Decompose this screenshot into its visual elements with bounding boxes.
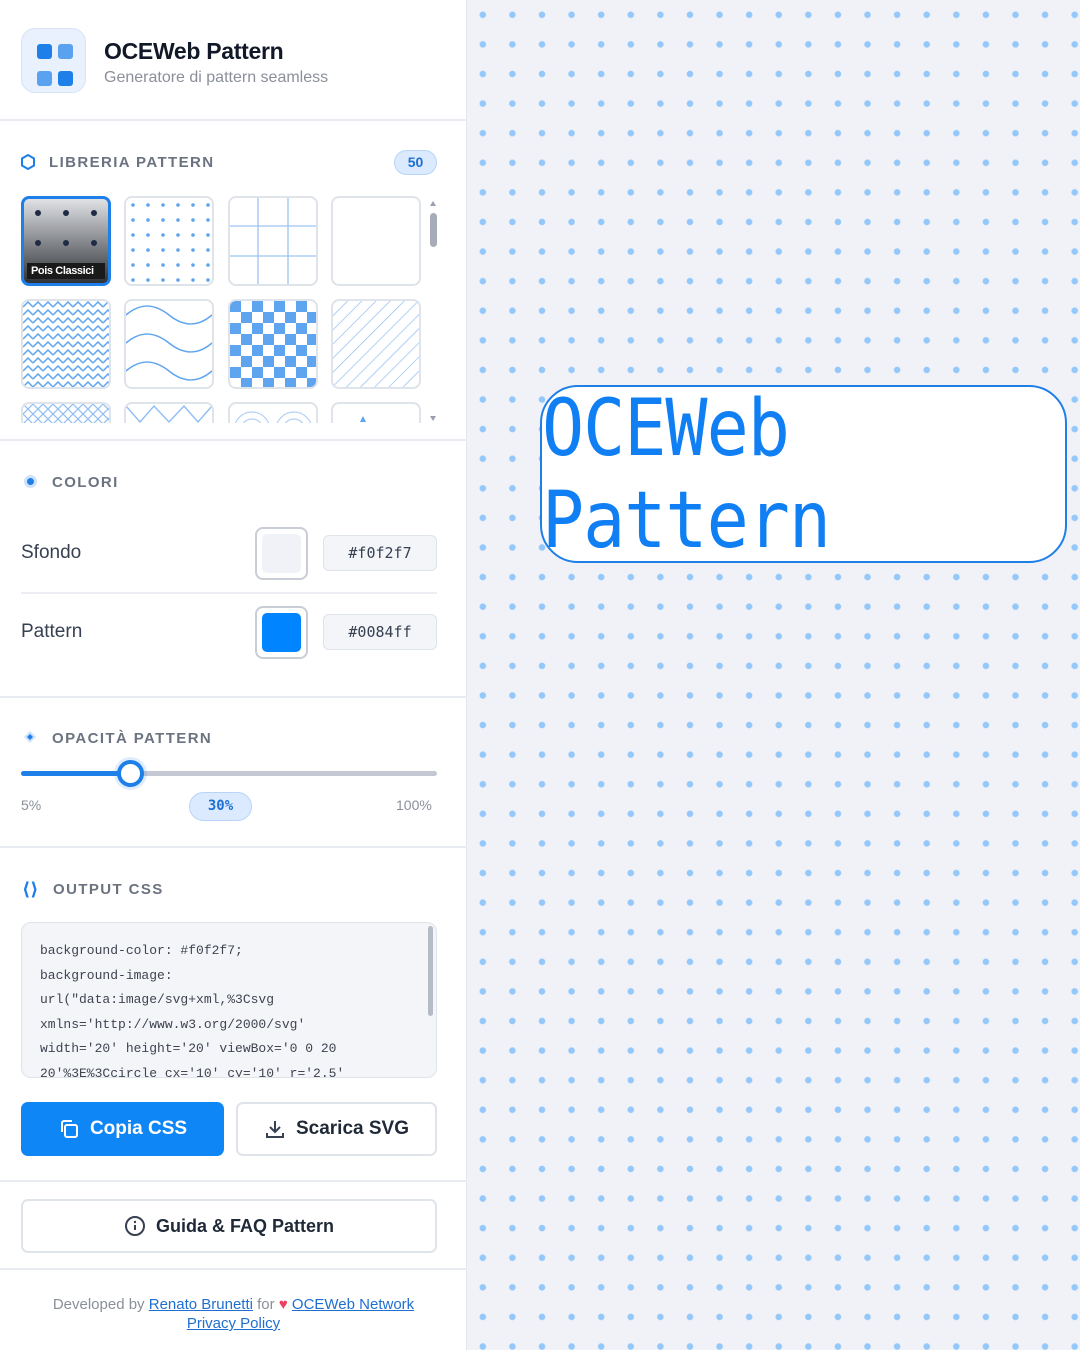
guide-faq-button[interactable]: Guida & FAQ Pattern [21,1199,437,1253]
diagonal-thumbnail-icon [333,301,419,387]
pattern-swatch-fill [262,613,301,652]
pattern-tile-checkerboard[interactable] [228,299,318,389]
triangles-thumbnail-icon [126,404,212,423]
scroll-thumb[interactable] [430,213,437,247]
active-tile-label: Pois Classici [27,263,105,279]
pattern-color-label: Pattern [21,621,83,642]
pattern-hex-input[interactable]: #0084ff [323,614,437,650]
preview-title-card: OCEWeb Pattern [540,382,1067,566]
app-subtitle: Generatore di pattern seamless [104,69,329,86]
pattern-color-swatch[interactable] [255,606,308,659]
opacity-min-label: 5% [21,797,42,813]
heart-icon: ♥ [278,1296,288,1313]
copy-icon [60,1120,78,1138]
pattern-tile-diagonal[interactable] [331,299,421,389]
pattern-tile-dots[interactable] [124,196,214,286]
app-header: OCEWeb Pattern Generatore di pattern sea… [0,0,466,121]
hexagon-icon [21,154,35,170]
small-dots-thumbnail-icon [126,198,212,284]
pattern-grid: Pois Classici [21,196,426,423]
guide-faq-label: Guida & FAQ Pattern [155,1215,335,1236]
scroll-up-icon[interactable] [430,201,436,206]
diamond-icon [24,731,36,743]
section-title-opacity: OPACITÀ PATTERN [52,730,213,747]
opacity-value-badge: 30% [189,792,252,821]
opacity-slider-fill [21,771,131,776]
author-link[interactable]: Renato Brunetti [149,1296,253,1313]
pattern-tile-waves[interactable] [124,299,214,389]
info-icon [124,1216,145,1236]
pattern-tile-triangles[interactable] [124,402,214,423]
pattern-tile-zigzag[interactable] [21,299,111,389]
code-scrollbar-thumb[interactable] [428,926,433,1016]
app-title: OCEWeb Pattern [104,38,284,64]
section-title-output: OUTPUT CSS [53,881,164,898]
grid-thumbnail-icon [230,198,316,284]
privacy-policy-link[interactable]: Privacy Policy [187,1315,280,1332]
waves-thumbnail-icon [126,305,212,381]
pattern-tile-circles[interactable] [228,402,318,423]
pattern-tile-plain[interactable] [331,196,421,286]
background-swatch-fill [262,534,301,573]
background-color-label: Sfondo [21,542,82,563]
pattern-tile-arrow[interactable] [331,402,421,423]
css-code-text: background-color: #f0f2f7; background-im… [40,943,345,1078]
scroll-down-icon[interactable] [430,416,436,421]
copy-css-button[interactable]: Copia CSS [21,1102,224,1156]
opacity-section: OPACITÀ PATTERN 5% 30% 100% [0,700,467,848]
download-icon [265,1121,284,1138]
color-row-divider [21,592,437,594]
library-scrollbar[interactable] [430,201,438,421]
section-title-library: LIBRERIA PATTERN [49,154,215,171]
opacity-slider-track[interactable] [21,771,437,776]
control-sidebar: OCEWeb Pattern Generatore di pattern sea… [0,0,467,1350]
footer: Developed by Renato Brunetti for ♥ OCEWe… [0,1295,467,1333]
pattern-tile-pois-classici[interactable]: Pois Classici [21,196,111,286]
copy-css-label: Copia CSS [89,1118,188,1139]
pattern-preview-area [468,0,1080,1350]
code-braces-icon: ⟨⟩ [22,879,39,899]
color-dot-icon [24,475,37,488]
download-svg-label: Scarica SVG [295,1118,410,1139]
section-title-colors: COLORI [52,474,119,491]
footer-divider [0,1268,467,1270]
pattern-count-badge: 50 [394,150,437,175]
preview-title-text: OCEWeb Pattern [542,382,831,566]
pattern-library-section: LIBRERIA PATTERN 50 Pois Classici [0,123,467,441]
pattern-tile-cross[interactable] [21,402,111,423]
opacity-max-label: 100% [396,797,432,813]
background-color-swatch[interactable] [255,527,308,580]
oceweb-network-link[interactable]: OCEWeb Network [292,1296,414,1313]
download-svg-button[interactable]: Scarica SVG [236,1102,437,1156]
footer-developed-by: Developed by [52,1296,145,1313]
cross-thumbnail-icon [23,404,109,423]
css-code-box[interactable]: background-color: #f0f2f7; background-im… [21,922,437,1078]
arrow-thumbnail-icon [360,416,366,422]
footer-for: for [257,1296,275,1313]
pattern-tile-grid[interactable] [228,196,318,286]
checkerboard-thumbnail-icon [230,301,316,387]
zigzag-thumbnail-icon [23,301,109,387]
circles-thumbnail-icon [234,411,312,423]
opacity-slider-thumb[interactable] [117,760,145,787]
background-hex-input[interactable]: #f0f2f7 [323,535,437,571]
app-logo-icon [21,28,86,93]
colors-section: COLORI Sfondo #f0f2f7 Pattern #0084ff [0,443,467,698]
output-css-section: ⟨⟩ OUTPUT CSS background-color: #f0f2f7;… [0,850,467,1182]
